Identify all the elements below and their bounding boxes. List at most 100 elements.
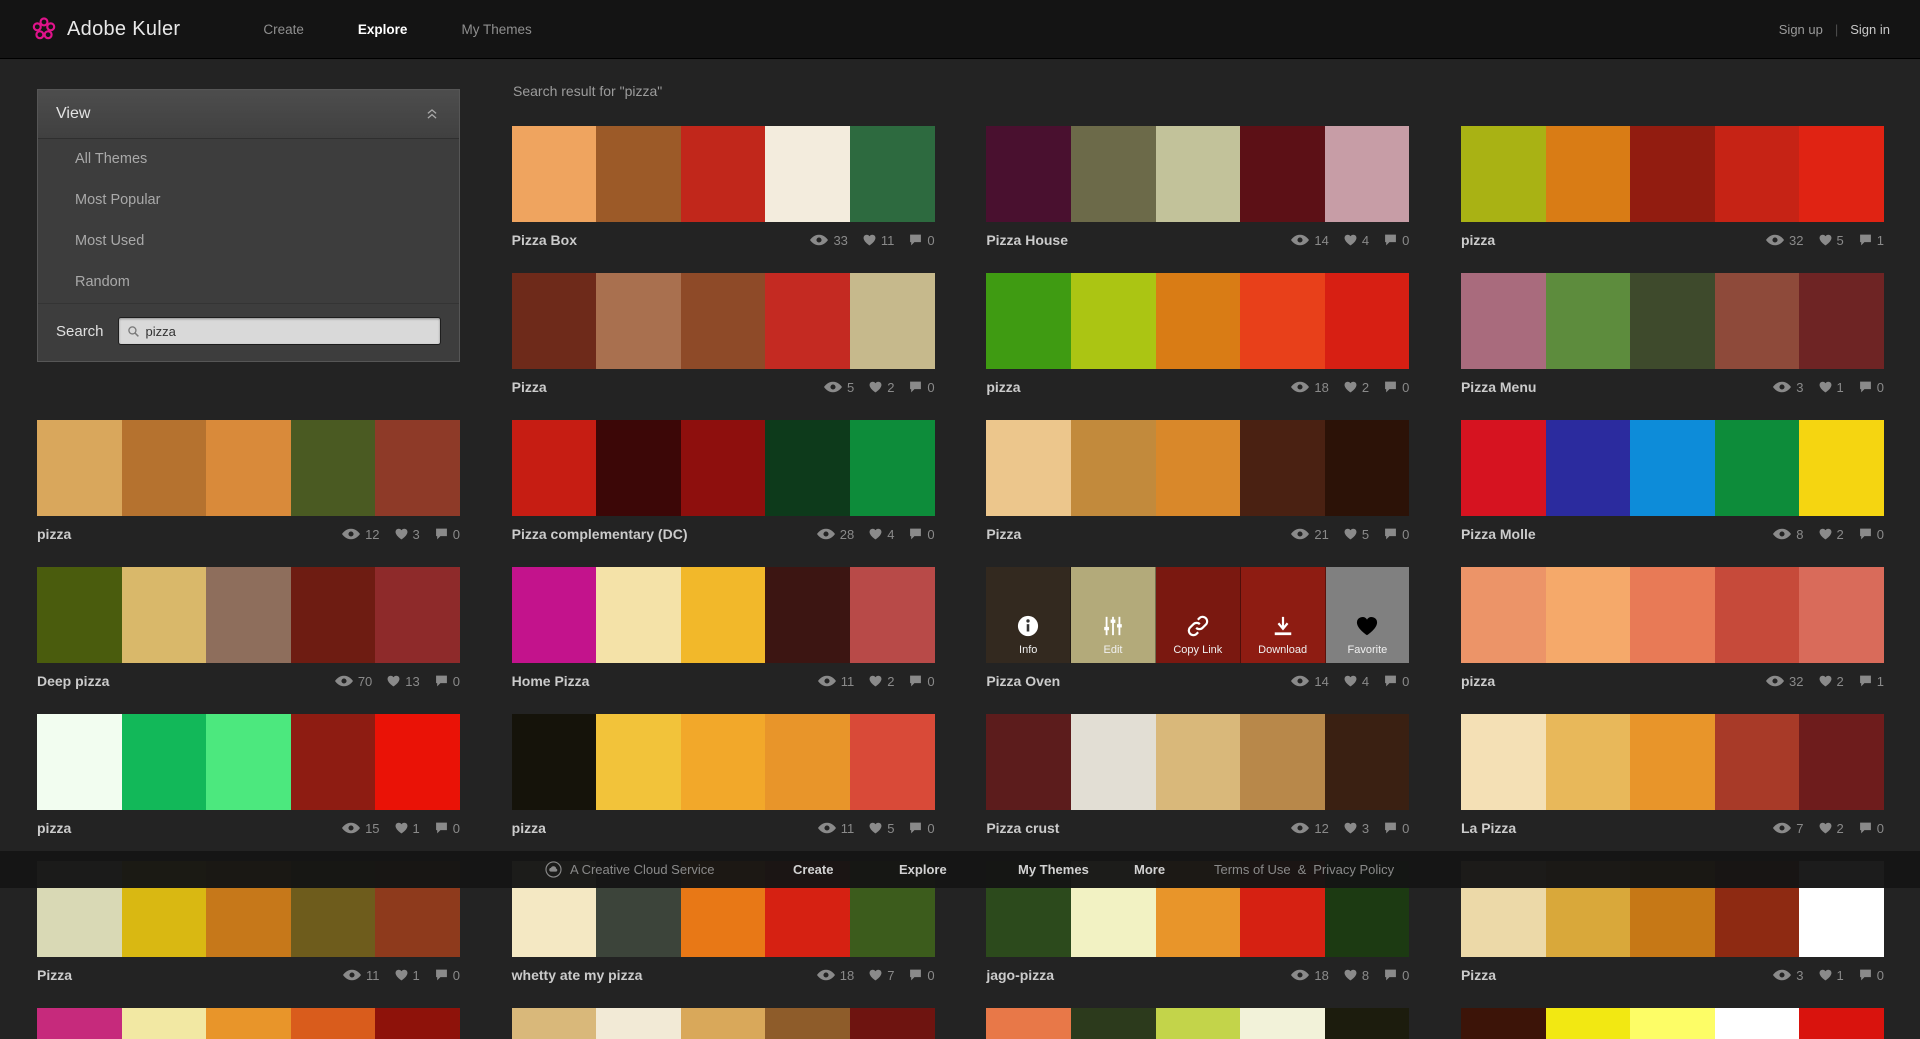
color-swatch[interactable] (1546, 714, 1631, 810)
theme-title[interactable]: Pizza (512, 379, 547, 395)
comments-stat[interactable]: 0 (909, 968, 934, 983)
likes-stat[interactable]: 13 (387, 674, 419, 689)
color-swatch[interactable] (986, 273, 1071, 369)
color-swatch[interactable] (1799, 420, 1884, 516)
theme-title[interactable]: whetty ate my pizza (512, 967, 643, 983)
color-swatch[interactable] (37, 567, 122, 663)
color-swatch[interactable] (1325, 1008, 1410, 1039)
color-swatch[interactable] (291, 1008, 376, 1039)
color-swatch[interactable] (1240, 714, 1325, 810)
color-swatch[interactable] (1325, 714, 1410, 810)
color-swatch[interactable] (512, 273, 597, 369)
color-swatch[interactable] (1461, 273, 1546, 369)
color-swatch[interactable] (1715, 714, 1800, 810)
color-swatch[interactable] (1715, 567, 1800, 663)
theme-title[interactable]: Pizza (986, 526, 1021, 542)
color-swatch[interactable] (1461, 567, 1546, 663)
likes-stat[interactable]: 2 (869, 380, 894, 395)
likes-stat[interactable]: 5 (869, 821, 894, 836)
overlay-action-link[interactable]: Copy Link (1156, 567, 1241, 663)
color-swatch[interactable] (512, 714, 597, 810)
color-swatch[interactable] (1156, 1008, 1241, 1039)
color-swatch[interactable] (1156, 714, 1241, 810)
view-item-all-themes[interactable]: All Themes (38, 139, 459, 180)
theme-card[interactable]: pizza 18 2 0 (986, 273, 1409, 403)
theme-card[interactable]: pizza 32 5 1 (1461, 126, 1884, 256)
likes-stat[interactable]: 5 (1344, 527, 1369, 542)
nav-my-themes[interactable]: My Themes (434, 0, 558, 59)
color-swatch[interactable] (1546, 126, 1631, 222)
theme-card[interactable] (512, 1008, 935, 1039)
theme-title[interactable]: Pizza Box (512, 232, 577, 248)
color-swatch[interactable] (681, 273, 766, 369)
comments-stat[interactable]: 0 (1859, 527, 1884, 542)
color-swatch[interactable] (1715, 126, 1800, 222)
likes-stat[interactable]: 3 (395, 527, 420, 542)
theme-title[interactable]: pizza (1461, 232, 1495, 248)
color-swatch[interactable] (291, 714, 376, 810)
color-swatch[interactable] (1071, 126, 1156, 222)
color-swatch[interactable] (1630, 1008, 1715, 1039)
color-swatch[interactable] (681, 1008, 766, 1039)
footer-more-link[interactable]: More (1134, 851, 1165, 888)
comments-stat[interactable]: 0 (1859, 821, 1884, 836)
comments-stat[interactable]: 0 (1384, 527, 1409, 542)
theme-card[interactable]: Pizza crust 12 3 0 (986, 714, 1409, 844)
comments-stat[interactable]: 1 (1859, 233, 1884, 248)
comments-stat[interactable]: 0 (435, 527, 460, 542)
color-swatch[interactable] (1240, 1008, 1325, 1039)
color-swatch[interactable] (765, 567, 850, 663)
color-swatch[interactable] (1325, 273, 1410, 369)
color-swatch[interactable] (850, 273, 935, 369)
terms-of-use-link[interactable]: Terms of Use (1214, 862, 1291, 877)
footer-my-themes-link[interactable]: My Themes (1018, 851, 1089, 888)
theme-card[interactable]: Pizza House 14 4 0 (986, 126, 1409, 256)
color-swatch[interactable] (1799, 273, 1884, 369)
comments-stat[interactable]: 0 (1384, 233, 1409, 248)
comments-stat[interactable]: 1 (1859, 674, 1884, 689)
likes-stat[interactable]: 3 (1344, 821, 1369, 836)
color-swatch[interactable] (512, 126, 597, 222)
theme-card[interactable]: pizza 12 3 0 (37, 420, 460, 550)
color-swatch[interactable] (1240, 126, 1325, 222)
color-swatch[interactable] (1630, 567, 1715, 663)
likes-stat[interactable]: 8 (1344, 968, 1369, 983)
color-swatch[interactable] (765, 273, 850, 369)
color-swatch[interactable] (1546, 1008, 1631, 1039)
color-swatch[interactable] (1799, 567, 1884, 663)
color-swatch[interactable] (1240, 273, 1325, 369)
view-panel-header[interactable]: View (38, 90, 459, 139)
likes-stat[interactable]: 4 (869, 527, 894, 542)
brand[interactable]: Adobe Kuler (31, 16, 180, 42)
theme-title[interactable]: Pizza complementary (DC) (512, 526, 688, 542)
likes-stat[interactable]: 5 (1819, 233, 1844, 248)
color-swatch[interactable] (1071, 273, 1156, 369)
color-swatch[interactable] (1461, 420, 1546, 516)
theme-title[interactable]: Pizza (37, 967, 72, 983)
comments-stat[interactable]: 0 (1384, 968, 1409, 983)
theme-card[interactable]: Pizza Box 33 11 0 (512, 126, 935, 256)
color-swatch[interactable] (122, 420, 207, 516)
likes-stat[interactable]: 1 (1819, 380, 1844, 395)
color-swatch[interactable] (765, 420, 850, 516)
color-swatch[interactable] (1325, 420, 1410, 516)
color-swatch[interactable] (206, 1008, 291, 1039)
comments-stat[interactable]: 0 (909, 233, 934, 248)
theme-title[interactable]: Pizza Oven (986, 673, 1060, 689)
theme-card[interactable]: Pizza Menu 3 1 0 (1461, 273, 1884, 403)
color-swatch[interactable] (1715, 1008, 1800, 1039)
theme-title[interactable]: pizza (1461, 673, 1495, 689)
theme-card[interactable]: pizza 32 2 1 (1461, 567, 1884, 697)
color-swatch[interactable] (596, 714, 681, 810)
theme-card[interactable]: InfoEditCopy LinkDownloadFavorite Pizza … (986, 567, 1409, 697)
color-swatch[interactable] (375, 1008, 460, 1039)
theme-card[interactable]: Deep pizza 70 13 0 (37, 567, 460, 697)
theme-card[interactable]: pizza 11 5 0 (512, 714, 935, 844)
color-swatch[interactable] (1715, 273, 1800, 369)
theme-title[interactable]: Deep pizza (37, 673, 109, 689)
color-swatch[interactable] (1240, 420, 1325, 516)
color-swatch[interactable] (206, 567, 291, 663)
color-swatch[interactable] (512, 567, 597, 663)
color-swatch[interactable] (1799, 714, 1884, 810)
color-swatch[interactable] (122, 714, 207, 810)
